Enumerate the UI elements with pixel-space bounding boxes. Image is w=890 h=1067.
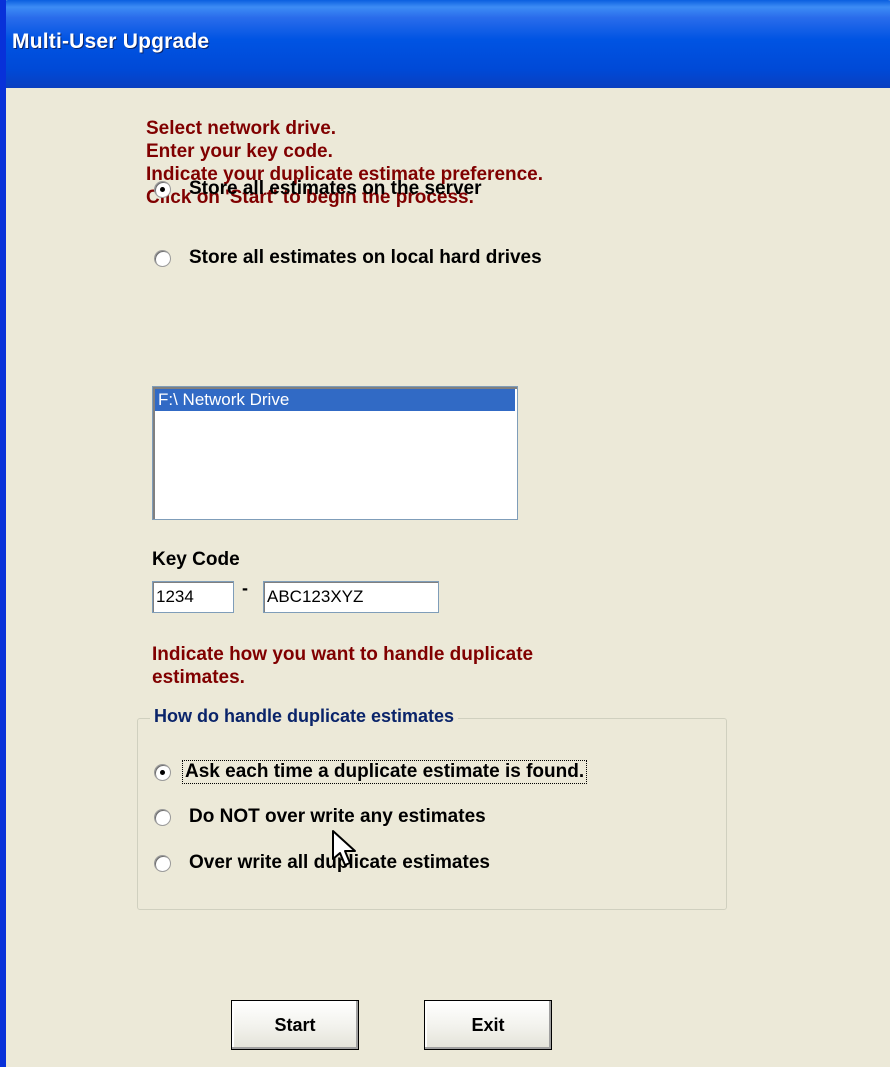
- radio-do-not-overwrite[interactable]: Do NOT over write any estimates: [154, 806, 486, 828]
- key-code-part1-input[interactable]: 1234: [152, 581, 234, 613]
- radio-circle[interactable]: [154, 763, 171, 781]
- key-code-label: Key Code: [152, 549, 240, 570]
- instruction-line-1: Select network drive.: [146, 118, 337, 139]
- duplicate-instruction-line-1: Indicate how you want to handle duplicat…: [152, 644, 534, 665]
- network-drive-list[interactable]: F:\ Network Drive: [152, 386, 518, 520]
- mouse-pointer-icon: [332, 830, 356, 866]
- instruction-line-2: Enter your key code.: [146, 141, 333, 162]
- key-code-separator: -: [242, 578, 248, 598]
- radio-store-on-server[interactable]: Store all estimates on the server: [154, 178, 482, 200]
- radio-store-on-local[interactable]: Store all estimates on local hard drives: [154, 247, 542, 269]
- radio-label: Store all estimates on local hard drives: [189, 247, 542, 268]
- radio-label: Do NOT over write any estimates: [189, 806, 486, 827]
- start-button[interactable]: Start: [231, 1000, 359, 1050]
- list-item-network-drive[interactable]: F:\ Network Drive: [155, 389, 515, 411]
- title-bar[interactable]: Multi-User Upgrade: [6, 0, 890, 88]
- radio-dot: [160, 186, 165, 192]
- radio-dot: [160, 769, 165, 775]
- radio-ask-each-time[interactable]: Ask each time a duplicate estimate is fo…: [154, 760, 588, 784]
- radio-label: Ask each time a duplicate estimate is fo…: [181, 760, 588, 784]
- radio-circle[interactable]: [154, 249, 171, 267]
- radio-label: Store all estimates on the server: [189, 178, 482, 199]
- exit-button[interactable]: Exit: [424, 1000, 552, 1050]
- key-code-part2-input[interactable]: ABC123XYZ: [263, 581, 439, 613]
- radio-circle[interactable]: [154, 854, 171, 872]
- dialog-content: Select network drive. Enter your key cod…: [6, 88, 890, 1067]
- duplicate-instructions: Indicate how you want to handle duplicat…: [152, 643, 533, 689]
- window-title: Multi-User Upgrade: [12, 30, 210, 53]
- duplicate-group-title: How do handle duplicate estimates: [150, 706, 459, 727]
- duplicate-instruction-line-2: estimates.: [152, 667, 245, 688]
- radio-circle[interactable]: [154, 180, 171, 198]
- radio-overwrite-all[interactable]: Over write all duplicate estimates: [154, 852, 490, 874]
- multi-user-upgrade-window: Multi-User Upgrade Select network drive.…: [0, 0, 890, 1067]
- radio-circle[interactable]: [154, 808, 171, 826]
